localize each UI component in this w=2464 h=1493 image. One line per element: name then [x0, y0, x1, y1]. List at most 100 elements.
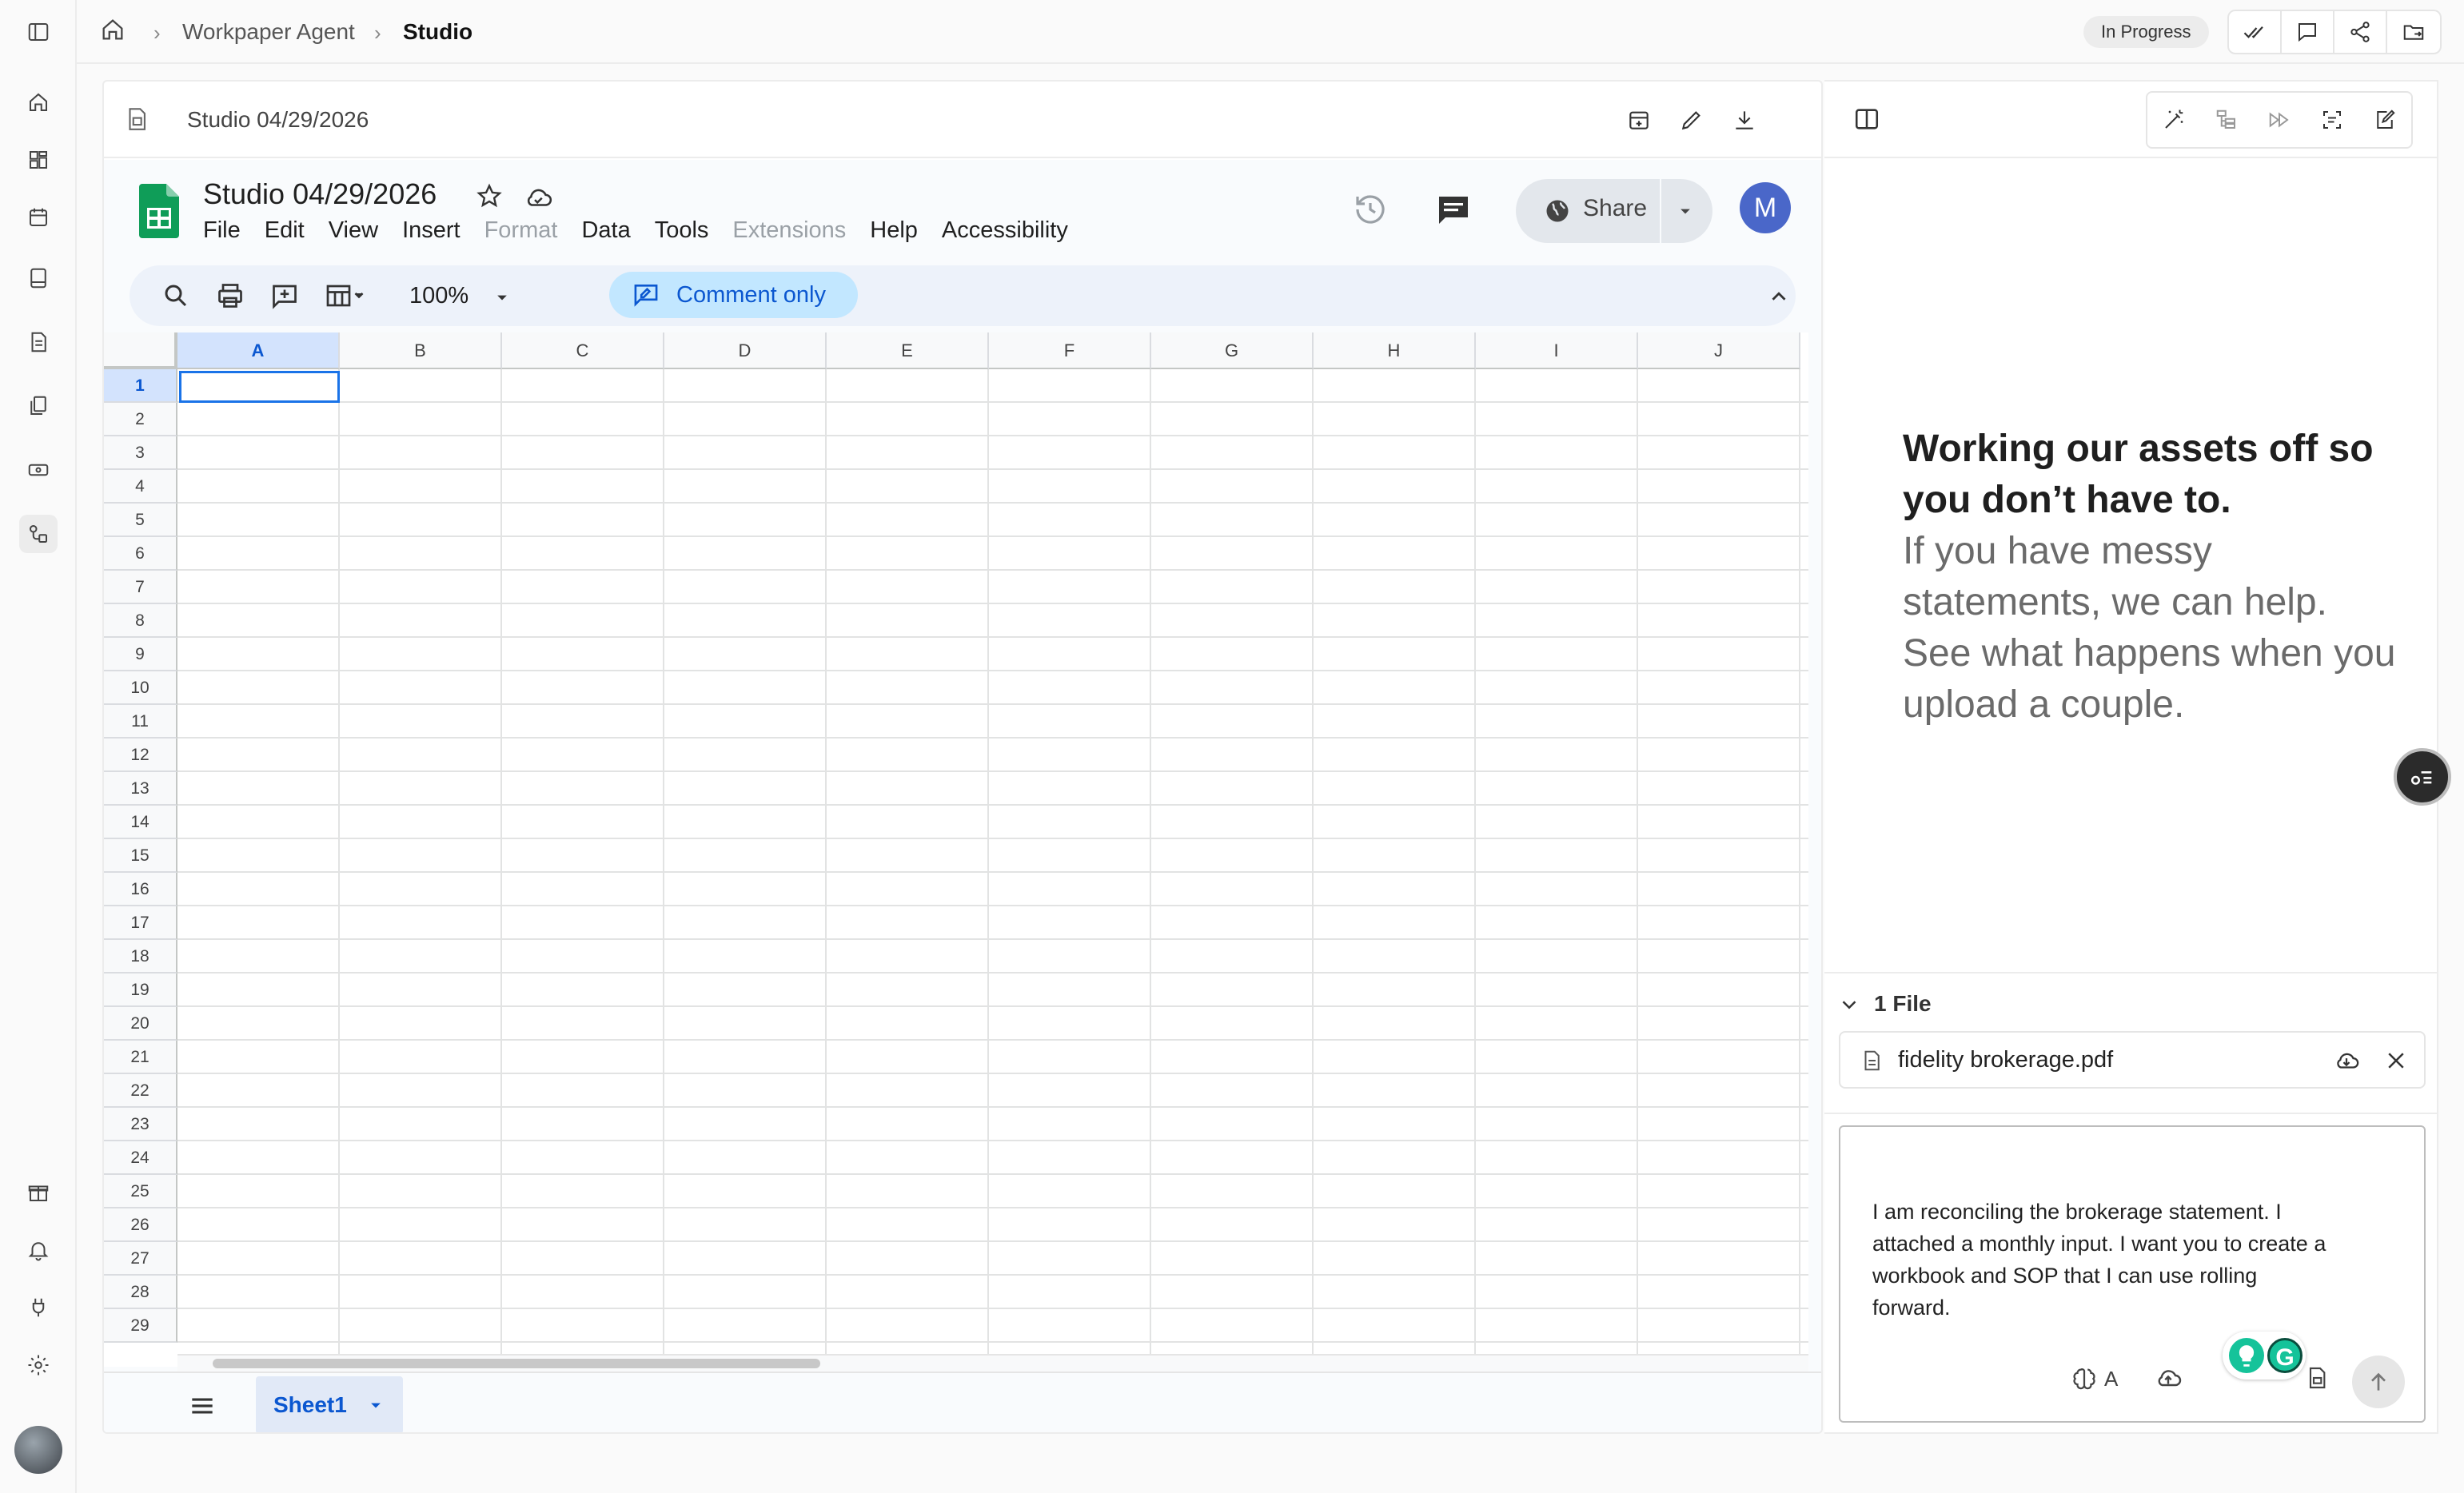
menu-file[interactable]: File: [203, 217, 241, 244]
row-header-15[interactable]: 15: [104, 839, 177, 873]
mode-comment-only-button[interactable]: Comment only: [609, 272, 858, 318]
gift-icon[interactable]: [19, 1173, 58, 1212]
search-icon[interactable]: [161, 281, 190, 310]
column-header-b[interactable]: B: [340, 332, 502, 369]
files-icon[interactable]: [19, 387, 58, 425]
sidebar-toggle-icon[interactable]: [19, 13, 58, 51]
row-header-5[interactable]: 5: [104, 504, 177, 537]
row-header-17[interactable]: 17: [104, 906, 177, 940]
money-icon[interactable]: [19, 451, 58, 489]
print-icon[interactable]: [216, 281, 245, 310]
column-header-c[interactable]: C: [502, 332, 664, 369]
folder-move-icon[interactable]: [2387, 11, 2440, 53]
panel-toggle-icon[interactable]: [1853, 106, 1880, 133]
row-header-19[interactable]: 19: [104, 973, 177, 1007]
account-avatar[interactable]: M: [1740, 182, 1791, 233]
composer-input[interactable]: I am reconciling the brokerage statement…: [1872, 1196, 2336, 1324]
calendar-icon[interactable]: [19, 198, 58, 237]
scan-text-icon[interactable]: [2306, 93, 2358, 147]
edit-note-icon[interactable]: [2358, 93, 2411, 147]
menu-edit[interactable]: Edit: [265, 217, 305, 244]
column-header-d[interactable]: D: [664, 332, 827, 369]
row-header-8[interactable]: 8: [104, 604, 177, 638]
menu-tools[interactable]: Tools: [655, 217, 709, 244]
chevron-down-icon[interactable]: [365, 1394, 387, 1416]
row-header-29[interactable]: 29: [104, 1309, 177, 1343]
row-header-18[interactable]: 18: [104, 940, 177, 973]
attach-document-icon[interactable]: [2304, 1365, 2330, 1391]
sheet-name[interactable]: Studio 04/29/2026: [203, 177, 437, 211]
row-header-10[interactable]: 10: [104, 671, 177, 705]
chevron-down-icon[interactable]: [491, 286, 513, 309]
star-icon[interactable]: [475, 182, 504, 211]
menu-view[interactable]: View: [329, 217, 378, 244]
row-header-16[interactable]: 16: [104, 873, 177, 906]
chevron-down-icon[interactable]: [1674, 200, 1696, 222]
tree-structure-icon[interactable]: [2200, 93, 2253, 147]
fast-forward-icon[interactable]: [2253, 93, 2306, 147]
upload-cloud-icon[interactable]: [2154, 1364, 2183, 1392]
plug-icon[interactable]: [19, 1288, 58, 1327]
row-header-9[interactable]: 9: [104, 638, 177, 671]
add-comment-icon[interactable]: [270, 281, 299, 310]
download-icon[interactable]: [1727, 102, 1762, 137]
column-header-j[interactable]: J: [1638, 332, 1800, 369]
table-icon[interactable]: [325, 281, 369, 310]
dashboard-icon[interactable]: [19, 141, 58, 179]
comments-icon[interactable]: [1434, 190, 1473, 229]
menu-data[interactable]: Data: [581, 217, 630, 244]
spreadsheet-grid[interactable]: ABCDEFGHIJ 1 2 3 4 5 6 7 8 9 10 11 12 13 14 15 16 17 18 19…: [104, 332, 1808, 1367]
home-icon[interactable]: [99, 16, 131, 48]
cell-area[interactable]: [177, 369, 1808, 1367]
chevron-up-icon[interactable]: [1767, 285, 1791, 309]
selected-cell-a1[interactable]: [179, 371, 340, 403]
column-header-f[interactable]: F: [989, 332, 1151, 369]
row-header-22[interactable]: 22: [104, 1074, 177, 1108]
row-header-24[interactable]: 24: [104, 1141, 177, 1175]
double-check-icon[interactable]: [2229, 11, 2282, 53]
message-composer[interactable]: I am reconciling the brokerage statement…: [1839, 1125, 2426, 1423]
share-button[interactable]: Share: [1516, 179, 1712, 243]
magic-wand-icon[interactable]: [2147, 93, 2200, 147]
column-header-e[interactable]: E: [827, 332, 989, 369]
send-button[interactable]: [2352, 1356, 2405, 1408]
select-all-corner[interactable]: [104, 332, 177, 369]
horizontal-scroll-thumb[interactable]: [213, 1359, 820, 1368]
book-icon[interactable]: [19, 259, 58, 297]
row-header-21[interactable]: 21: [104, 1041, 177, 1074]
row-header-11[interactable]: 11: [104, 705, 177, 739]
row-header-20[interactable]: 20: [104, 1007, 177, 1041]
calendar-add-icon[interactable]: [1621, 102, 1657, 137]
row-header-6[interactable]: 6: [104, 537, 177, 571]
sheet-tab-sheet1[interactable]: Sheet1: [256, 1376, 403, 1432]
bell-icon[interactable]: [19, 1231, 58, 1269]
row-header-12[interactable]: 12: [104, 739, 177, 772]
row-header-23[interactable]: 23: [104, 1108, 177, 1141]
model-label[interactable]: A: [2104, 1367, 2118, 1391]
zoom-select[interactable]: 100%: [409, 283, 468, 309]
user-avatar[interactable]: [14, 1426, 62, 1474]
menu-insert[interactable]: Insert: [402, 217, 461, 244]
share-icon[interactable]: [2334, 11, 2387, 53]
workflow-icon[interactable]: [19, 515, 58, 553]
home-icon[interactable]: [19, 83, 58, 121]
row-header-28[interactable]: 28: [104, 1276, 177, 1309]
grammarly-widget[interactable]: G: [2223, 1332, 2306, 1380]
column-header-a[interactable]: A: [177, 332, 340, 369]
row-header-27[interactable]: 27: [104, 1242, 177, 1276]
row-header-13[interactable]: 13: [104, 772, 177, 806]
breadcrumb-workpaper-agent[interactable]: Workpaper Agent: [182, 19, 355, 45]
remove-file-icon[interactable]: [2384, 1049, 2408, 1073]
row-header-25[interactable]: 25: [104, 1175, 177, 1208]
document-icon[interactable]: [19, 323, 58, 361]
files-section-toggle[interactable]: 1 File: [1874, 991, 1932, 1017]
column-header-g[interactable]: G: [1151, 332, 1314, 369]
gear-icon[interactable]: [19, 1346, 58, 1384]
row-header-2[interactable]: 2: [104, 403, 177, 436]
comment-icon[interactable]: [2282, 11, 2334, 53]
column-header-i[interactable]: I: [1476, 332, 1638, 369]
menu-help[interactable]: Help: [870, 217, 918, 244]
row-header-14[interactable]: 14: [104, 806, 177, 839]
floating-tasks-button[interactable]: [2394, 748, 2451, 806]
all-sheets-menu-icon[interactable]: [187, 1391, 217, 1421]
